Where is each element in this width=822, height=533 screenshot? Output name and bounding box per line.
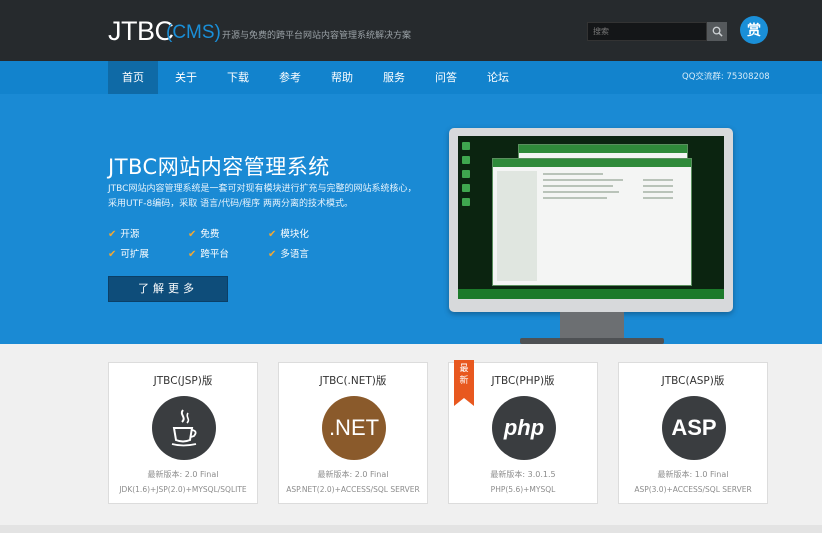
window-line [543,191,619,193]
desktop-icon [462,156,470,164]
product-requirements: ASP(3.0)+ACCESS/SQL SERVER [634,485,752,494]
search-icon [712,26,723,37]
search-button[interactable] [707,22,727,41]
feature-cross-platform: ✔ 跨平台 [188,246,229,260]
window-line [543,185,613,187]
product-requirements: ASP.NET(2.0)+ACCESS/SQL SERVER [286,485,420,494]
product-title[interactable]: JTBC(ASP)版 [619,373,767,388]
product-version: 最新版本: 3.0.1.5 [490,470,556,479]
product-title[interactable]: JTBC(JSP)版 [109,373,257,388]
dotnet-icon[interactable]: .NET [322,396,386,460]
product-version: 最新版本: 2.0 Final [317,470,389,479]
search-input[interactable]: 搜索 [587,22,707,41]
window-titlebar [493,159,691,167]
asp-icon[interactable]: ASP [662,396,726,460]
desktop-icon [462,184,470,192]
hero-desc-line-1: JTBC网站内容管理系统是一套可对现有模块进行扩充与完整的网站系统核心， [108,184,417,194]
check-icon: ✔ [268,229,277,240]
check-icon: ✔ [188,229,197,240]
feature-label: 免费 [200,229,220,240]
top-header: JTBC (CMS) 开源与免费的跨平台网站内容管理系统解决方案 搜索 赏 [0,0,822,61]
tagline: 开源与免费的跨平台网站内容管理系统解决方案 [222,31,412,41]
java-cup-icon [171,409,197,447]
nav-item-reference[interactable]: 参考 [264,61,316,94]
page: JTBC (CMS) 开源与免费的跨平台网站内容管理系统解决方案 搜索 赏 首页… [0,0,822,533]
window-line [543,173,603,175]
check-icon: ✔ [108,229,117,240]
logo-cms[interactable]: (CMS) [166,22,221,44]
newest-ribbon: 最新 [454,360,474,406]
feature-label: 模块化 [280,229,309,240]
product-requirements: PHP(5.6)+MYSQL [490,485,556,494]
check-icon: ✔ [268,249,277,260]
desktop-icon [462,170,470,178]
product-card-dotnet[interactable]: JTBC(.NET)版 .NET 最新版本: 2.0 Final ASP.NET… [278,362,428,504]
window-line [543,197,607,199]
window-line [643,197,673,199]
desktop-icon [462,198,470,206]
learn-more-button[interactable]: 了解更多 [108,276,228,302]
monitor-screen [458,136,724,299]
reward-avatar[interactable]: 赏 [740,16,768,44]
taskbar [458,289,724,299]
feature-modular: ✔ 模块化 [268,226,309,240]
nav-item-about[interactable]: 关于 [160,61,212,94]
window-line [643,179,673,181]
check-icon: ✔ [108,249,117,260]
nav-item-download[interactable]: 下载 [212,61,264,94]
feature-open-source: ✔ 开源 [108,226,139,240]
product-version: 最新版本: 1.0 Final [657,470,729,479]
feature-label: 开源 [120,229,140,240]
nav-item-service[interactable]: 服务 [368,61,420,94]
hero-title: JTBC网站内容管理系统 [108,155,330,179]
hero-description: JTBC网站内容管理系统是一套可对现有模块进行扩充与完整的网站系统核心， 采用U… [108,182,438,212]
hero-desc-line-2: 采用UTF-8编码，采取 语言/代码/程序 两两分离的技术模式。 [108,199,354,209]
feature-extensible: ✔ 可扩展 [108,246,149,260]
window-line [643,191,673,193]
feature-label: 多语言 [280,249,309,260]
window-titlebar [519,145,687,153]
product-requirements: JDK(1.6)+JSP(2.0)+MYSQL/SQLITE [119,485,247,494]
footer-strip [0,525,822,533]
feature-multilingual: ✔ 多语言 [268,246,309,260]
nav-item-qa[interactable]: 问答 [420,61,472,94]
nav-item-help[interactable]: 帮助 [316,61,368,94]
qq-group-text: QQ交流群: 75308208 [682,72,770,82]
desktop-icon [462,142,470,150]
product-card-asp[interactable]: JTBC(ASP)版 ASP 最新版本: 1.0 Final ASP(3.0)+… [618,362,768,504]
feature-free: ✔ 免费 [188,226,219,240]
feature-label: 可扩展 [120,249,149,260]
main-nav: 首页 关于 下载 参考 帮助 服务 问答 论坛 QQ交流群: 75308208 [0,61,822,94]
feature-label: 跨平台 [200,249,229,260]
nav-item-home[interactable]: 首页 [108,61,158,94]
logo-main[interactable]: JTBC [108,16,174,47]
admin-window-front [492,158,692,286]
product-card-jsp[interactable]: JTBC(JSP)版 最新版本: 2.0 Final JDK(1.6)+JSP(… [108,362,258,504]
check-icon: ✔ [188,249,197,260]
window-line [643,185,673,187]
java-icon[interactable] [152,396,216,460]
nav-item-forum[interactable]: 论坛 [472,61,524,94]
php-icon[interactable]: php [492,396,556,460]
window-sidebar [497,171,537,281]
product-title[interactable]: JTBC(.NET)版 [279,373,427,388]
product-version: 最新版本: 2.0 Final [147,470,219,479]
window-line [543,179,623,181]
